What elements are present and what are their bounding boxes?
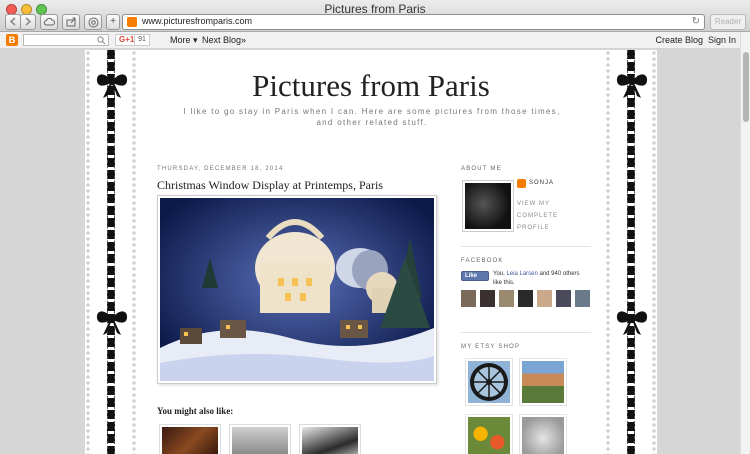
lace-edge	[651, 50, 657, 454]
etsy-shop-item[interactable]	[465, 414, 513, 454]
share-icon	[66, 17, 75, 27]
divider	[461, 246, 591, 247]
lace-edge	[85, 50, 91, 454]
related-post-thumbnail[interactable]	[159, 424, 221, 454]
bow-ribbon-icon	[616, 74, 648, 98]
etsy-shop-item[interactable]	[465, 358, 513, 406]
blogger-profile-icon	[517, 179, 526, 188]
icloud-icon	[43, 17, 55, 26]
more-menu[interactable]: More ▾	[170, 35, 198, 46]
facebook-like-button[interactable]: Like	[461, 271, 489, 281]
post-date: THURSDAY, DECEMBER 18, 2014	[157, 166, 284, 172]
page-viewport: Pictures from Paris I like to go stay in…	[0, 50, 740, 454]
forward-button[interactable]	[20, 14, 36, 30]
related-post-thumbnail[interactable]	[299, 424, 361, 454]
ribbon	[107, 50, 115, 454]
blog-search-input[interactable]	[23, 34, 109, 46]
bow-ribbon-icon	[96, 311, 128, 335]
blogger-navbar: B G+1 91 More ▾ Next Blog» Create Blog S…	[0, 32, 740, 49]
google-plus-count: 91	[134, 34, 150, 46]
window-display-image	[160, 198, 434, 381]
next-blog-link[interactable]: Next Blog»	[202, 35, 246, 45]
share-button[interactable]	[62, 14, 80, 30]
page-scrollbar[interactable]	[740, 32, 750, 454]
search-icon[interactable]	[97, 36, 106, 45]
facebook-friend-avatar[interactable]	[480, 290, 495, 307]
etsy-shop-item[interactable]	[519, 358, 567, 406]
like-label: Like	[465, 273, 478, 279]
address-bar-url: www.picturesfromparis.com	[142, 16, 253, 26]
facebook-friend-avatar[interactable]	[575, 290, 590, 307]
related-post-thumbnail[interactable]	[229, 424, 291, 454]
blogger-favicon-icon	[127, 17, 137, 27]
reader-button[interactable]: Reader	[710, 14, 746, 30]
also-like-heading: You might also like:	[157, 406, 234, 416]
facebook-friend-avatar[interactable]	[556, 290, 571, 307]
back-arrow-icon	[9, 17, 16, 26]
about-me-heading: ABOUT ME	[461, 166, 502, 172]
address-bar[interactable]: www.picturesfromparis.com ↻	[122, 14, 705, 30]
icloud-tabs-button[interactable]	[40, 14, 58, 30]
new-tab-button[interactable]: +	[106, 14, 120, 30]
like-prefix: You,	[493, 271, 507, 277]
clock-photo	[468, 361, 510, 403]
post-photo[interactable]	[157, 195, 437, 384]
back-button[interactable]	[5, 14, 21, 30]
lace-edge	[605, 50, 611, 454]
blog-content: Pictures from Paris I like to go stay in…	[137, 50, 605, 454]
top-sites-icon	[88, 17, 98, 28]
profile-photo[interactable]	[462, 180, 514, 232]
profile-name[interactable]: SONJA	[529, 180, 554, 186]
facebook-friend-link[interactable]: Leia Larsen	[506, 271, 537, 277]
blog-title[interactable]: Pictures from Paris	[137, 68, 605, 104]
lace-border-left	[85, 50, 137, 454]
divider	[461, 332, 591, 333]
blog-description: I like to go stay in Paris when I can. H…	[183, 107, 561, 127]
blogger-logo-icon[interactable]: B	[6, 34, 18, 46]
facebook-friend-avatar[interactable]	[537, 290, 552, 307]
facebook-friend-avatar[interactable]	[518, 290, 533, 307]
bow-ribbon-icon	[96, 74, 128, 98]
etsy-shop-item[interactable]	[519, 414, 567, 454]
bow-ribbon-icon	[616, 311, 648, 335]
post-title[interactable]: Christmas Window Display at Printemps, P…	[157, 178, 383, 193]
scrollbar-thumb[interactable]	[743, 52, 749, 122]
facebook-like-text: You, Leia Larsen and 940 others like thi…	[493, 270, 589, 288]
facebook-heading: FACEBOOK	[461, 258, 504, 264]
ribbon	[627, 50, 635, 454]
browser-titlebar: Pictures from Paris + www.picturesfrompa…	[0, 0, 750, 32]
top-sites-button[interactable]	[84, 14, 102, 30]
etsy-shop-heading: MY ETSY SHOP	[461, 344, 521, 350]
facebook-friend-avatar[interactable]	[461, 290, 476, 307]
create-blog-link[interactable]: Create Blog	[655, 35, 703, 45]
forward-arrow-icon	[25, 17, 32, 26]
lace-border-right	[605, 50, 657, 454]
reload-icon[interactable]: ↻	[692, 16, 700, 27]
view-profile-link[interactable]: VIEW MY COMPLETE PROFILE	[517, 198, 587, 234]
sign-in-link[interactable]: Sign In	[708, 35, 736, 45]
facebook-friend-avatar[interactable]	[499, 290, 514, 307]
